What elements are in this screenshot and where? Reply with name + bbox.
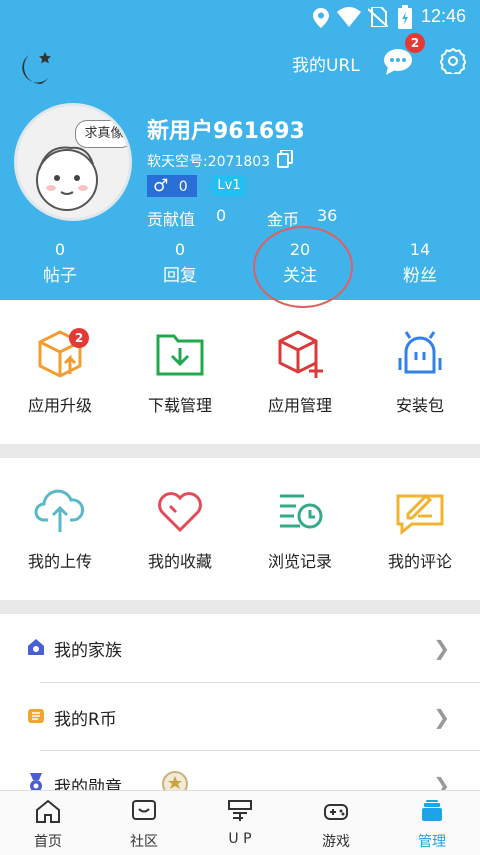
family-label: 我的家族 bbox=[54, 641, 122, 661]
copy-icon[interactable] bbox=[277, 150, 293, 168]
app-manager-button[interactable]: 应用管理 bbox=[240, 328, 360, 416]
account-id: 软天空号:2071803 bbox=[147, 154, 271, 170]
download-manager-button[interactable]: 下载管理 bbox=[120, 328, 240, 416]
replies-count[interactable]: 0 回复 bbox=[120, 240, 240, 286]
contribution-value: 0 bbox=[216, 206, 227, 225]
list-item-rcoin[interactable]: 我的R币 ❯ bbox=[0, 683, 480, 751]
my-favorites-label: 我的收藏 bbox=[147, 552, 212, 571]
posts-number: 0 bbox=[54, 240, 66, 259]
download-manager-label: 下载管理 bbox=[147, 396, 212, 415]
home-icon bbox=[36, 799, 60, 823]
heart-icon bbox=[158, 492, 202, 533]
nav-games[interactable]: 游戏 bbox=[288, 791, 384, 855]
replies-label: 回复 bbox=[163, 266, 197, 286]
section-separator bbox=[0, 600, 480, 614]
followers-label: 粉丝 bbox=[403, 266, 437, 286]
app-manager-label: 应用管理 bbox=[267, 396, 332, 415]
battery-icon bbox=[398, 5, 412, 29]
posts-count[interactable]: 0 帖子 bbox=[0, 240, 120, 286]
up-icon bbox=[228, 800, 252, 821]
avatar[interactable]: 求真像 bbox=[14, 103, 132, 221]
wifi-icon bbox=[337, 7, 361, 27]
nav-home-label: 首页 bbox=[34, 834, 62, 850]
nav-manage[interactable]: 管理 bbox=[384, 791, 480, 855]
family-icon bbox=[28, 639, 44, 655]
rcoin-label: 我的R币 bbox=[54, 710, 117, 730]
nav-games-label: 游戏 bbox=[322, 834, 350, 850]
section-separator bbox=[0, 444, 480, 458]
posts-label: 帖子 bbox=[43, 266, 77, 286]
upgrade-badge: 2 bbox=[69, 328, 89, 348]
nav-manage-label: 管理 bbox=[418, 834, 446, 850]
my-url-link[interactable]: 我的URL bbox=[292, 51, 360, 76]
cloud-upload-icon bbox=[34, 489, 85, 532]
coin-stack-icon bbox=[28, 709, 44, 723]
my-uploads-button[interactable]: 我的上传 bbox=[0, 484, 120, 572]
nav-home[interactable]: 首页 bbox=[0, 791, 96, 855]
gender-tag: ♂ 0 bbox=[147, 175, 197, 197]
my-comments-button[interactable]: 我的评论 bbox=[360, 484, 480, 572]
community-icon bbox=[132, 800, 156, 820]
manage-icon bbox=[422, 800, 442, 821]
messages-button[interactable] bbox=[383, 47, 413, 77]
browse-history-button[interactable]: 浏览记录 bbox=[240, 484, 360, 572]
male-icon: ♂ bbox=[153, 176, 169, 196]
night-mode-icon[interactable] bbox=[15, 48, 55, 88]
contribution-label: 贡献值 bbox=[147, 210, 196, 229]
chevron-right-icon: ❯ bbox=[433, 636, 450, 660]
replies-number: 0 bbox=[174, 240, 186, 259]
status-time: 12:46 bbox=[420, 6, 466, 26]
box-add-icon bbox=[278, 330, 323, 378]
app-upgrade-label: 应用升级 bbox=[27, 396, 92, 415]
highlight-circle bbox=[253, 226, 353, 308]
history-list-icon bbox=[280, 494, 323, 529]
no-sim-icon bbox=[368, 7, 388, 27]
status-bar: 12:46 bbox=[0, 0, 480, 34]
followers-count[interactable]: 14 粉丝 bbox=[360, 240, 480, 286]
coins-value: 36 bbox=[317, 206, 338, 225]
username: 新用户961693 bbox=[147, 119, 305, 144]
chevron-right-icon: ❯ bbox=[433, 705, 450, 729]
browse-history-label: 浏览记录 bbox=[267, 552, 332, 571]
gender-count: 0 bbox=[178, 179, 188, 195]
install-package-label: 安装包 bbox=[395, 396, 444, 415]
android-icon bbox=[398, 331, 442, 374]
settings-gear-icon[interactable] bbox=[440, 48, 466, 74]
level-badge: Lv1 bbox=[213, 176, 245, 196]
list-item-family[interactable]: 我的家族 ❯ bbox=[0, 614, 480, 682]
app-upgrade-button[interactable]: 应用升级 bbox=[0, 328, 120, 416]
my-favorites-button[interactable]: 我的收藏 bbox=[120, 484, 240, 572]
avatar-caption: 求真像 bbox=[75, 120, 129, 148]
install-package-button[interactable]: 安装包 bbox=[360, 328, 480, 416]
nav-up[interactable]: U P bbox=[192, 791, 288, 855]
gamepad-icon bbox=[324, 804, 348, 820]
chat-bubble-icon bbox=[384, 49, 412, 75]
comment-edit-icon bbox=[396, 493, 444, 536]
nav-up-label: U P bbox=[228, 831, 252, 847]
followers-number: 14 bbox=[409, 240, 431, 259]
my-uploads-label: 我的上传 bbox=[27, 552, 92, 571]
location-icon bbox=[313, 8, 329, 28]
nav-community[interactable]: 社区 bbox=[96, 791, 192, 855]
bottom-navigation: 首页 社区 U P 游戏 管理 bbox=[0, 790, 480, 855]
folder-download-icon bbox=[156, 334, 204, 376]
message-badge: 2 bbox=[405, 33, 425, 53]
my-comments-label: 我的评论 bbox=[387, 552, 452, 571]
nav-community-label: 社区 bbox=[130, 834, 158, 850]
